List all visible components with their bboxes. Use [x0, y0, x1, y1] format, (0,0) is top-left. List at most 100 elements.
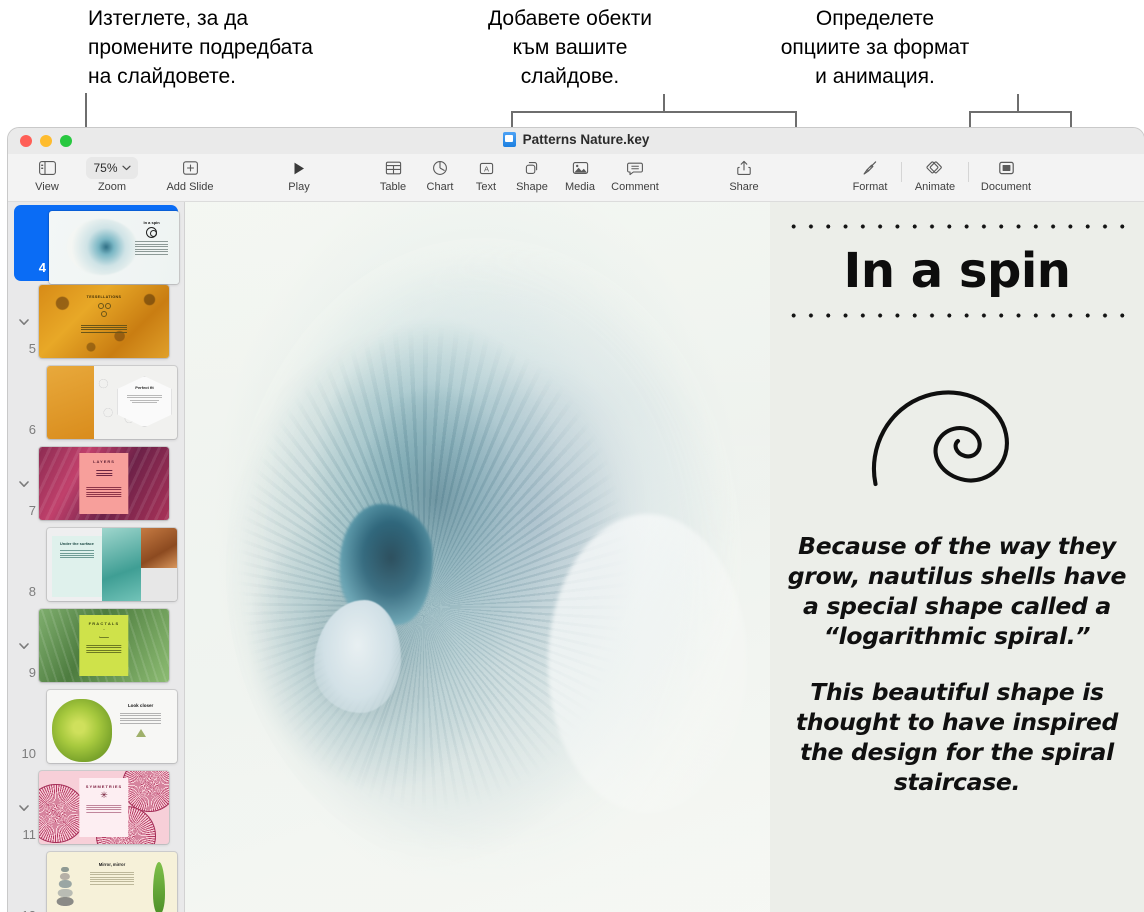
toolbar-zoom-control[interactable]: 75% Zoom: [78, 154, 146, 193]
zoom-pill[interactable]: 75%: [86, 157, 138, 179]
keynote-window: Patterns Nature.key View 75% Zoom Add Sl…: [8, 128, 1144, 912]
slide-number: 10: [21, 746, 36, 761]
slide-thumbnail-row[interactable]: 7 LAYERS: [8, 443, 184, 524]
leader-line-format-animate: [1017, 94, 1019, 112]
toolbar-comment-label: Comment: [611, 181, 659, 193]
slide-text-panel[interactable]: In a spin Because of the way they grow, …: [770, 202, 1144, 912]
toolbar-animate-label: Animate: [914, 181, 956, 193]
toolbar-shape-label: Shape: [516, 181, 548, 193]
toolbar-animate-button[interactable]: Animate: [907, 154, 963, 193]
plus-box-icon: [182, 157, 199, 179]
slide-title[interactable]: In a spin: [844, 243, 1071, 299]
slide-thumbnail-row[interactable]: 12 Mirror, mirror: [8, 848, 184, 912]
toolbar-play-label: Play: [288, 181, 310, 193]
thumb-title: In a spin: [143, 219, 160, 225]
chevron-down-icon[interactable]: [17, 477, 31, 491]
thumb-title: Mirror, mirror: [98, 862, 126, 868]
toolbar-media-button[interactable]: Media: [556, 154, 604, 193]
slide-thumbnail-row[interactable]: 6 Perfect fit: [8, 362, 184, 443]
slide-canvas[interactable]: In a spin Because of the way they grow, …: [185, 202, 1144, 912]
keynote-file-icon: [502, 132, 516, 147]
toolbar-media-label: Media: [565, 181, 595, 193]
document-title: Patterns Nature.key: [8, 132, 1144, 147]
slide-thumbnail-row[interactable]: 11 SYMMETRIES ✳: [8, 767, 184, 848]
toolbar-add-slide-button[interactable]: Add Slide: [158, 154, 222, 193]
spiral-illustration[interactable]: [868, 356, 1046, 495]
toolbar-comment-button[interactable]: Comment: [604, 154, 666, 193]
slide-thumbnail[interactable]: Perfect fit: [47, 366, 177, 439]
slide-number: 5: [28, 341, 36, 356]
slide-image-nautilus-shell[interactable]: [185, 202, 770, 912]
thumb-title: Perfect fit: [135, 385, 154, 391]
slide-paragraph-2[interactable]: This beautiful shape is thought to have …: [786, 677, 1128, 797]
slide-thumbnail[interactable]: Under the surface: [47, 528, 177, 601]
toolbar-text-button[interactable]: A Text: [464, 154, 508, 193]
slide-number: 4: [38, 260, 46, 275]
toolbar-table-label: Table: [379, 181, 407, 193]
thumb-text-block: LAYERS: [79, 452, 129, 515]
share-icon: [737, 157, 751, 179]
toolbar-divider-1: [901, 162, 902, 182]
toolbar-share-button[interactable]: Share: [720, 154, 768, 193]
thumb-body-lines: [86, 870, 138, 886]
slide-thumbnail[interactable]: In a spin: [49, 210, 179, 284]
pie-chart-icon: [432, 157, 448, 179]
toolbar-text-label: Text: [475, 181, 497, 193]
thumb-text-block: SYMMETRIES ✳: [79, 777, 129, 838]
slide-number: 7: [28, 503, 36, 518]
thumb-wave-mark: [95, 469, 112, 478]
paintbrush-icon: [862, 157, 878, 179]
thumb-triangle-icon: [99, 629, 109, 638]
slide-thumbnail[interactable]: Look closer: [47, 690, 177, 763]
shell-soft-light: [185, 202, 770, 912]
dotted-divider-top: [785, 224, 1129, 229]
slide-thumbnail-row[interactable]: 5 TESSELLATIONS: [8, 281, 184, 362]
thumb-body-lines: [52, 549, 101, 560]
slide-thumbnail[interactable]: Mirror, mirror: [47, 852, 177, 912]
slide-thumbnail-row[interactable]: 10 Look closer: [8, 686, 184, 767]
slide-thumbnail[interactable]: SYMMETRIES ✳: [39, 771, 169, 844]
toolbar-chart-label: Chart: [426, 181, 454, 193]
thumb-body-lines: [78, 323, 130, 334]
thumb-body-lines: [79, 485, 128, 498]
slide-number: 6: [28, 422, 36, 437]
diamonds-icon: [926, 157, 944, 179]
thumb-romanesco-image: [52, 699, 112, 762]
toolbar-chart-button[interactable]: Chart: [416, 154, 464, 193]
toolbar-shape-button[interactable]: Shape: [508, 154, 556, 193]
chevron-down-icon[interactable]: [17, 801, 31, 815]
slide-thumbnail[interactable]: FRACTALS: [39, 609, 169, 682]
toolbar-format-label: Format: [852, 181, 888, 193]
slide-thumbnail-row[interactable]: 9 FRACTALS: [8, 605, 184, 686]
toolbar-view-label: View: [35, 181, 59, 193]
dotted-divider-bottom: [785, 313, 1129, 318]
thumb-text-block: TESSELLATIONS: [78, 290, 130, 353]
chevron-down-icon[interactable]: [17, 639, 31, 653]
toolbar-format-button[interactable]: Format: [844, 154, 896, 193]
toolbar-table-button[interactable]: Table: [370, 154, 416, 193]
slide-navigator[interactable]: 4 In a spin 5 TESSELLATIONS 6 Perfect fi…: [8, 202, 185, 912]
chevron-down-icon[interactable]: [17, 315, 31, 329]
toolbar-play-button[interactable]: Play: [276, 154, 322, 193]
sidebar-icon: [38, 157, 56, 179]
thumb-text-block: Look closer: [112, 690, 169, 763]
slide-thumbnail-row[interactable]: 8 Under the surface: [8, 524, 184, 605]
thumb-body-lines: [133, 240, 170, 257]
thumb-text-block: Mirror, mirror: [83, 852, 140, 912]
slide-thumbnail-row[interactable]: 4 In a spin: [14, 205, 179, 284]
callout-format-animate: Определете опциите за формат и анимация.: [780, 7, 970, 88]
zoom-value: 75%: [93, 161, 118, 175]
text-box-icon: A: [478, 157, 495, 179]
slide-paragraph-1[interactable]: Because of the way they grow, nautilus s…: [786, 531, 1128, 651]
leader-bracket-format-animate: [969, 111, 1072, 113]
slide-thumbnail[interactable]: LAYERS: [39, 447, 169, 520]
toolbar-document-button[interactable]: Document: [974, 154, 1038, 193]
logarithmic-spiral-icon: [871, 390, 1009, 487]
thumb-shell-image: [67, 219, 138, 275]
svg-text:A: A: [483, 164, 489, 173]
toolbar-view-button[interactable]: View: [26, 154, 68, 193]
thumb-title: Under the surface: [59, 540, 94, 546]
current-slide[interactable]: In a spin Because of the way they grow, …: [185, 202, 1144, 912]
slide-thumbnail[interactable]: TESSELLATIONS: [39, 285, 169, 358]
leader-line-add-objects: [663, 94, 665, 112]
